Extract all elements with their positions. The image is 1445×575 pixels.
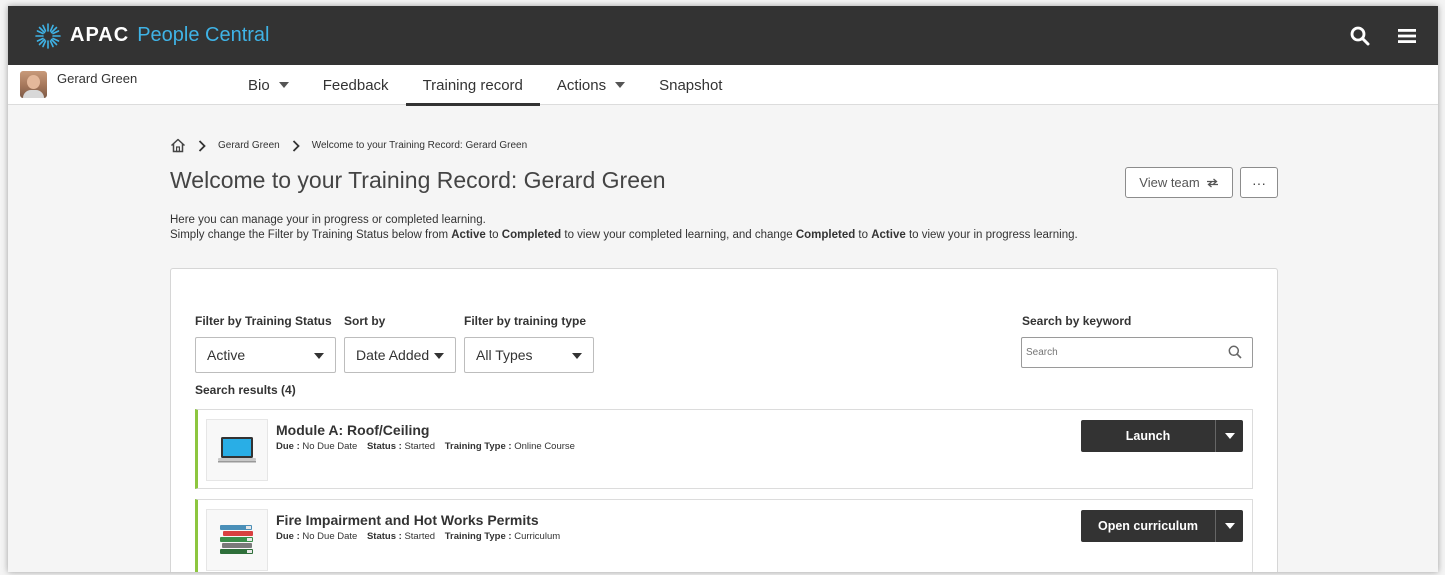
breadcrumb: Gerard Green Welcome to your Training Re… [170,138,527,153]
training-thumbnail [206,419,268,481]
chevron-down-icon [572,353,582,359]
more-options-icon: ··· [1252,174,1266,191]
chevron-down-icon [615,82,626,88]
keyword-label: Search by keyword [1022,314,1132,328]
logo-burst-icon [35,22,61,49]
user-name[interactable]: Gerard Green [57,71,137,87]
type-filter-label: Filter by training type [464,314,587,328]
training-meta: Due : No Due Date Status : Started Train… [276,441,575,452]
intro-text: Here you can manage your in progress or … [170,213,1280,243]
profile-tabs: Bio Feedback Training record Actions Sna… [231,65,739,106]
sort-value: Date Added [356,347,430,363]
tab-snapshot-label: Snapshot [659,76,723,94]
open-curriculum-button[interactable]: Open curriculum [1081,510,1243,542]
intro-line-1: Here you can manage your in progress or … [170,214,486,226]
training-title[interactable]: Fire Impairment and Hot Works Permits [276,512,539,528]
launch-options-dropdown[interactable] [1215,420,1243,452]
top-bar: APAC People Central [8,6,1438,65]
tab-snapshot[interactable]: Snapshot [642,65,739,105]
launch-label[interactable]: Launch [1081,420,1215,452]
breadcrumb-current: Welcome to your Training Record: Gerard … [311,140,528,151]
page-title: Welcome to your Training Record: Gerard … [170,167,666,193]
open-curriculum-label[interactable]: Open curriculum [1081,510,1215,542]
training-item: Module A: Roof/Ceiling Due : No Due Date… [195,409,1253,489]
switch-icon [1206,178,1218,187]
tab-feedback[interactable]: Feedback [306,65,406,105]
home-icon[interactable] [170,138,186,153]
launch-button[interactable]: Launch [1081,420,1243,452]
view-team-button[interactable]: View team [1125,167,1233,198]
tab-feedback-label: Feedback [322,76,389,94]
search-icon[interactable] [1228,345,1242,359]
training-item: Fire Impairment and Hot Works Permits Du… [195,499,1253,572]
chevron-down-icon [434,353,444,359]
chevron-right-icon [198,139,206,152]
training-meta: Due : No Due Date Status : Started Train… [276,531,561,542]
laptop-icon [218,437,256,463]
app-window: APAC People Central Gerard Green Bio Fee… [8,6,1438,572]
training-thumbnail [206,509,268,571]
breadcrumb-user-link[interactable]: Gerard Green [218,140,280,151]
hamburger-menu-icon[interactable] [1398,28,1416,44]
type-filter-value: All Types [476,347,533,363]
more-options-button[interactable]: ··· [1240,167,1278,198]
status-filter-value: Active [207,347,246,363]
profile-nav: Gerard Green Bio Feedback Training recor… [8,65,1438,106]
view-team-label: View team [1139,175,1200,190]
tab-bio-label: Bio [248,76,270,94]
keyword-search-input[interactable] [1021,337,1253,368]
chevron-down-icon [278,82,289,88]
training-card: Filter by Training Status Active Sort by… [170,268,1278,572]
books-icon [220,525,253,554]
logo-subtitle[interactable]: People Central [137,24,269,47]
chevron-down-icon [314,353,324,359]
status-filter-label: Filter by Training Status [195,314,332,328]
intro-line-2: Simply change the Filter by Training Sta… [170,229,1078,241]
sort-label: Sort by [344,314,386,328]
search-results-count: Search results (4) [195,383,296,397]
top-icons [1350,6,1416,65]
user-profile[interactable]: Gerard Green [20,71,137,98]
chevron-down-icon [1224,523,1235,529]
sort-select[interactable]: Date Added [344,337,456,373]
chevron-right-icon [292,139,300,152]
tab-actions[interactable]: Actions [540,65,642,105]
tab-actions-label: Actions [556,76,607,94]
tab-bio[interactable]: Bio [231,65,306,105]
logo-text[interactable]: APAC [70,24,129,47]
curriculum-options-dropdown[interactable] [1215,510,1243,542]
training-title[interactable]: Module A: Roof/Ceiling [276,422,429,438]
search-icon[interactable] [1350,26,1370,46]
chevron-down-icon [1224,433,1235,439]
status-filter-select[interactable]: Active [195,337,336,373]
tab-training-record[interactable]: Training record [405,65,541,106]
avatar[interactable] [20,71,47,98]
tab-training-record-label: Training record [422,76,523,94]
type-filter-select[interactable]: All Types [464,337,594,373]
